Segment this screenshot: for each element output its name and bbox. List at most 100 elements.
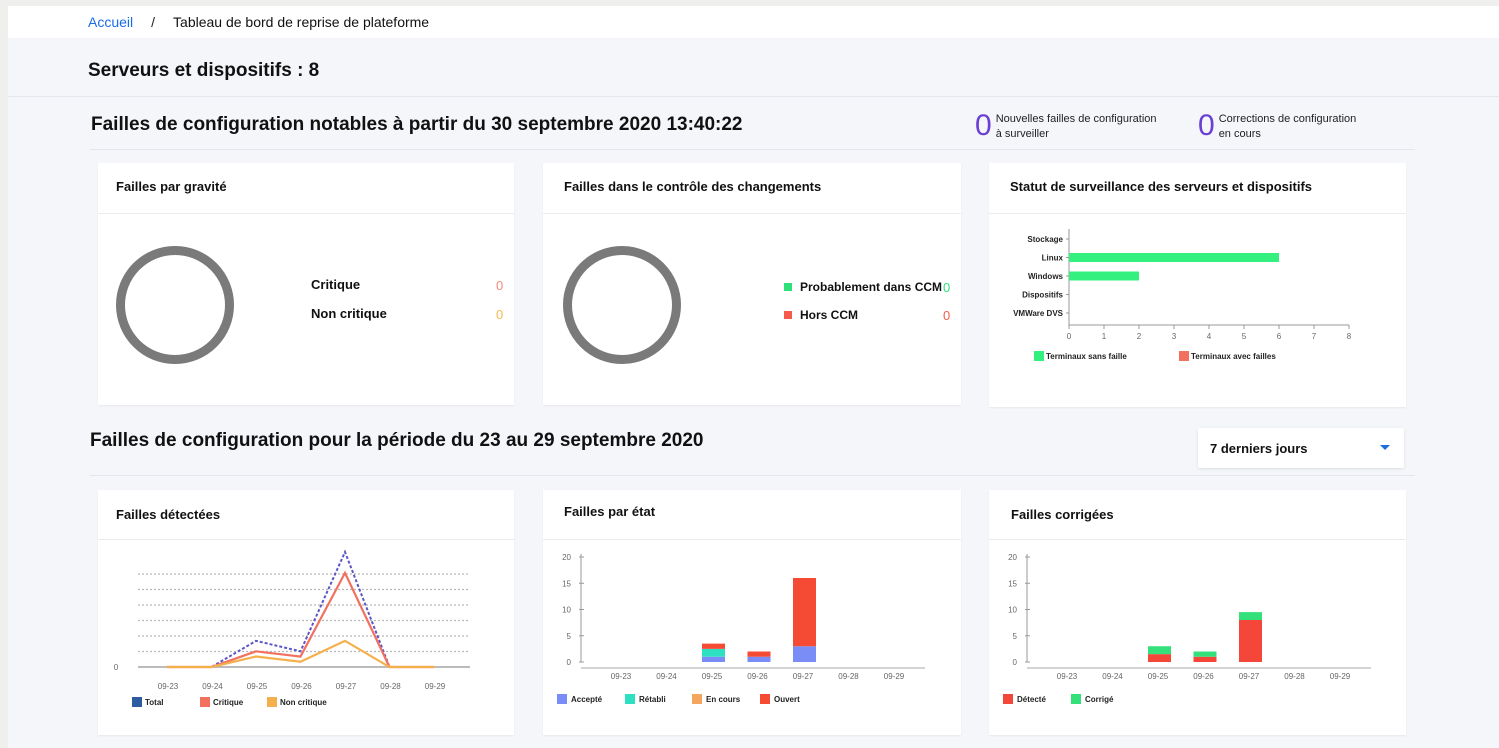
bar-detecte-09-25 [1148, 654, 1171, 662]
bar-ouvert-09-27 [793, 578, 816, 647]
x-tick-label-2: 2 [1137, 332, 1142, 341]
x-tick-label-09-26: 09-26 [291, 682, 312, 691]
y-tick-label-dispositifs: Dispositifs [1022, 291, 1063, 300]
fixed-card: Failles corrigées 0 5 10 15 20 09-23 09-24 09-2… [989, 490, 1406, 735]
kpi-new-faults-label-line2: à surveiller [995, 128, 1049, 140]
x-tick-label-09-28: 09-28 [1284, 672, 1305, 681]
legend-label-corrige: Corrigé [1085, 695, 1114, 704]
legend-likely-ccm-swatch [784, 283, 792, 291]
kpi-fixes-value: 0 [1198, 109, 1215, 142]
legend-out-ccm[interactable]: Hors CCM [784, 308, 858, 322]
detected-line-chart[interactable]: 0 09-23 09-24 09-25 09-26 09-27 09-28 09-29 Tota… [98, 542, 514, 734]
legend-label-terminaux-sans-faille: Terminaux sans faille [1046, 352, 1127, 361]
x-tick-label-1: 1 [1102, 332, 1107, 341]
legend-label-critique: Critique [213, 698, 244, 707]
bar-corrige-09-27 [1239, 612, 1262, 620]
legend-non-critical[interactable]: Non critique [311, 306, 387, 321]
legend-label-detecte: Détecté [1017, 695, 1046, 704]
card-divider [98, 213, 514, 214]
x-tick-label-09-23: 09-23 [158, 682, 179, 691]
y-tick-label-10: 10 [1008, 606, 1017, 615]
chevron-down-icon [1380, 445, 1390, 450]
legend-non-critical-value: 0 [496, 307, 504, 322]
x-tick-label-3: 3 [1172, 332, 1177, 341]
legend-swatch-detecte [1003, 694, 1013, 704]
y-tick-label-0: 0 [567, 658, 572, 667]
y-tick-label-20: 20 [1008, 553, 1017, 562]
y-tick-label-20: 20 [562, 553, 571, 562]
period-dropdown[interactable]: 7 derniers jours [1198, 428, 1404, 468]
x-tick-label-0: 0 [1067, 332, 1072, 341]
bar-detecte-09-26 [1193, 656, 1217, 662]
y-tick-label-15: 15 [562, 579, 571, 588]
legend-label-retabli: Rétabli [639, 695, 666, 704]
legend-swatch-en-cours [692, 694, 702, 704]
x-tick-label-09-23: 09-23 [611, 672, 632, 681]
severity-card-title: Failles par gravité [116, 179, 227, 194]
card-divider [543, 213, 961, 214]
legend-critical[interactable]: Critique [311, 277, 360, 292]
legend-label-terminaux-avec-failles: Terminaux avec failles [1191, 352, 1276, 361]
legend-out-ccm-value: 0 [943, 308, 951, 323]
y-tick-label-0: 0 [114, 663, 119, 672]
x-tick-label-8: 8 [1347, 332, 1352, 341]
state-bar-chart[interactable]: 0 5 10 15 20 09-23 09-24 09-25 09-26 09-27 09-28 09… [543, 542, 961, 734]
card-divider [989, 213, 1406, 214]
legend-likely-ccm-value: 0 [943, 280, 951, 295]
x-tick-label-5: 5 [1242, 332, 1247, 341]
x-tick-label-09-23: 09-23 [1057, 672, 1078, 681]
state-card: Failles par état 0 5 10 15 20 09-23 09-24 09-25… [543, 490, 961, 735]
legend-swatch-retabli [625, 694, 635, 704]
kpi-fixes-in-progress[interactable]: 0 Corrections de configuration en cours [1198, 109, 1356, 142]
section-notable-title: Failles de configuration notables à part… [91, 114, 743, 135]
state-card-title: Failles par état [564, 504, 656, 519]
legend-swatch-terminaux-sans-faille [1034, 351, 1044, 361]
legend-label-total: Total [145, 698, 164, 707]
x-tick-label-09-26: 09-26 [747, 672, 768, 681]
x-tick-label-09-25: 09-25 [247, 682, 268, 691]
legend-likely-ccm-label: Probablement dans CCM [800, 280, 943, 294]
monitoring-card: Statut de surveillance des serveurs et d… [989, 163, 1406, 407]
ccm-donut-chart[interactable] [563, 246, 681, 364]
bar-corrige-09-26 [1193, 651, 1217, 657]
y-tick-label-windows: Windows [1028, 272, 1064, 281]
x-tick-label-09-29: 09-29 [425, 682, 446, 691]
y-tick-label-5: 5 [1013, 632, 1018, 641]
x-tick-label-09-27: 09-27 [336, 682, 357, 691]
legend-label-en-cours: En cours [706, 695, 741, 704]
legend-label-ouvert: Ouvert [774, 695, 800, 704]
legend-label-non-critique: Non critique [280, 698, 327, 707]
x-tick-label-09-29: 09-29 [1330, 672, 1351, 681]
x-tick-label-09-24: 09-24 [202, 682, 223, 691]
legend-swatch-non-critique [267, 697, 277, 707]
x-tick-label-4: 4 [1207, 332, 1212, 341]
y-tick-label-vmware-dvs: VMWare DVS [1013, 309, 1064, 318]
card-divider [989, 539, 1406, 540]
x-tick-label-09-24: 09-24 [656, 672, 677, 681]
y-tick-label-15: 15 [1008, 579, 1017, 588]
series-line-non-critique [167, 639, 434, 669]
bar-corrige-09-25 [1148, 646, 1171, 655]
kpi-new-faults-value: 0 [975, 109, 992, 142]
y-tick-label-0: 0 [1013, 658, 1018, 667]
kpi-new-faults-label: Nouvelles failles de configuration à sur… [996, 112, 1157, 142]
bar-terminaux-sans-faille-windows [1069, 271, 1139, 281]
fixed-bar-chart[interactable]: 0 5 10 15 20 09-23 09-24 09-25 09-26 09-27 09-28 09… [989, 542, 1406, 734]
x-tick-label-09-25: 09-25 [702, 672, 723, 681]
severity-card: Failles par gravité Critique 0 Non criti… [98, 163, 514, 405]
legend-likely-ccm[interactable]: Probablement dans CCM [784, 280, 942, 294]
y-tick-label-5: 5 [567, 632, 572, 641]
monitoring-bar-chart[interactable]: Stockage Linux Windows Dispositifs VMWare DV… [989, 217, 1406, 407]
severity-donut-chart[interactable] [116, 246, 234, 364]
breadcrumb-home-link[interactable]: Accueil [88, 14, 133, 30]
bar-ouvert-09-25 [702, 643, 725, 649]
x-tick-label-09-26: 09-26 [1193, 672, 1214, 681]
kpi-new-faults[interactable]: 0 Nouvelles failles de configuration à s… [975, 109, 1157, 142]
detected-card-title: Failles détectées [116, 507, 221, 522]
x-tick-label-7: 7 [1312, 332, 1317, 341]
card-divider [98, 539, 514, 540]
legend-critical-value: 0 [496, 278, 504, 293]
legend-swatch-critique [200, 697, 210, 707]
legend-swatch-total [132, 697, 142, 707]
kpi-new-faults-label-line1: Nouvelles failles de configuration [995, 113, 1157, 125]
